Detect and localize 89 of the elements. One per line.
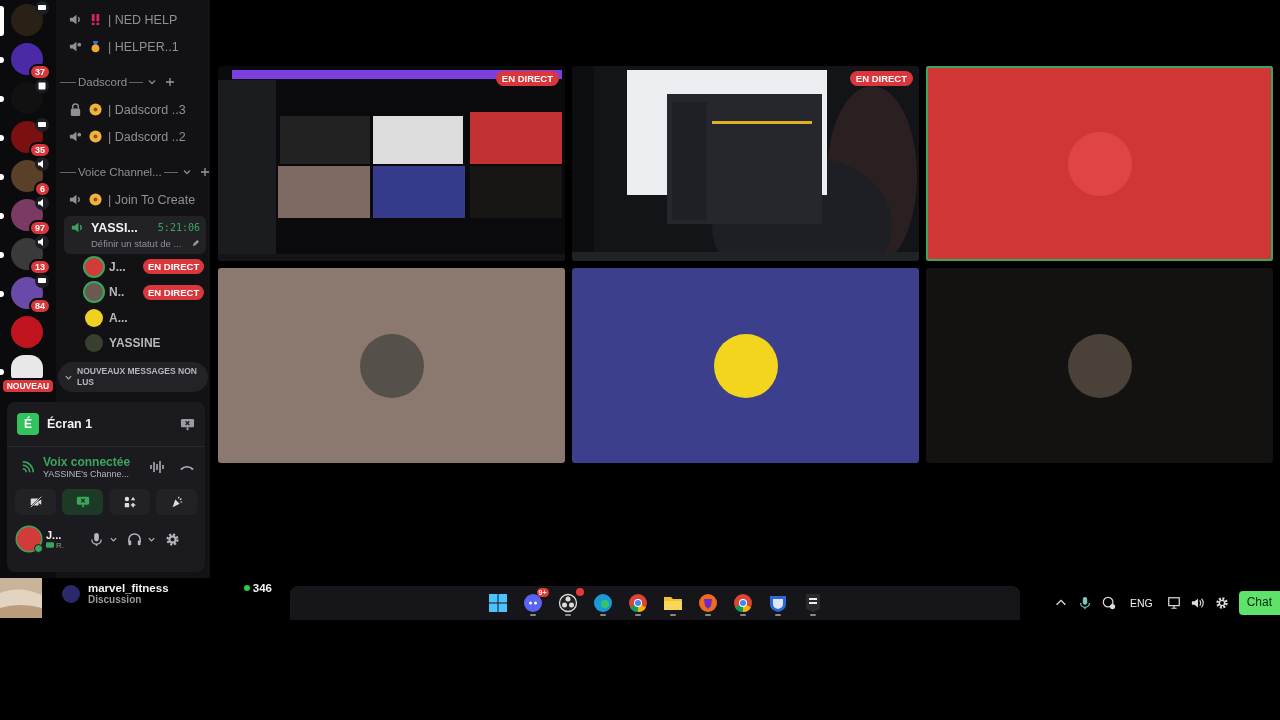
camera-off-button[interactable] — [15, 489, 56, 515]
video-tile[interactable]: EN DIRECT — [572, 66, 919, 261]
unread-messages-pill[interactable]: NOUVEAUX MESSAGES NON LUS — [58, 362, 208, 392]
voice-channel-name: YASSINE's Channe... — [43, 469, 131, 479]
screen-source-icon: É — [17, 413, 39, 435]
headphones-icon[interactable] — [127, 531, 142, 547]
voice-channel[interactable]: | HELPER..1 — [56, 33, 210, 60]
chat-app-icon[interactable] — [522, 593, 543, 613]
call-timer: 5:21:06 — [157, 222, 200, 233]
server-icon[interactable] — [11, 82, 43, 114]
medal-icon — [89, 40, 102, 53]
calendar-icon — [35, 79, 49, 93]
screen-icon — [35, 1, 49, 15]
unread-badge: 13 — [29, 259, 51, 275]
voice-status[interactable]: Voix connectée — [43, 455, 135, 469]
stop-sharing-icon[interactable] — [180, 416, 195, 432]
live-badge: EN DIRECT — [849, 71, 913, 86]
unread-badge: 84 — [29, 298, 51, 314]
server-icon[interactable] — [11, 355, 43, 381]
voice-channel[interactable]: | Dadscord ..2 — [56, 123, 210, 150]
screen-icon — [35, 274, 49, 288]
status-text: Définir un statut de ... — [91, 238, 183, 249]
unread-badge: 97 — [29, 220, 51, 236]
speaker-icon — [35, 157, 49, 171]
channel-name: YASSI... — [91, 220, 139, 235]
volume-icon[interactable] — [1190, 596, 1205, 610]
activities-icon — [122, 495, 137, 509]
live-badge: EN DIRECT — [495, 71, 559, 86]
chat-button[interactable]: Chat — [1238, 591, 1280, 615]
shield-icon[interactable] — [767, 593, 788, 613]
screen-share-button[interactable] — [62, 489, 103, 515]
soundboard-button[interactable] — [156, 489, 197, 515]
voice-channel[interactable]: | Dadscord ..3 — [56, 96, 210, 123]
browser-icon[interactable] — [627, 593, 648, 613]
video-tile[interactable] — [926, 268, 1273, 463]
microphone-icon[interactable] — [1077, 596, 1092, 610]
microphone-icon[interactable] — [89, 531, 104, 547]
viewer-count: 346 — [243, 582, 272, 594]
unread-badge: 6 — [34, 181, 51, 197]
unread-badge: 35 — [29, 142, 51, 158]
server-icon[interactable] — [11, 4, 43, 36]
plus-icon[interactable] — [199, 167, 210, 177]
category-name[interactable]: Dadscord — [78, 76, 128, 88]
voice-member[interactable]: YASSINE — [56, 330, 210, 356]
streamer-name[interactable]: marvel_fitness — [88, 582, 236, 594]
windows-start-icon[interactable] — [487, 593, 508, 613]
voice-member[interactable]: J... EN DIRECT — [56, 254, 210, 280]
video-tile[interactable] — [926, 66, 1273, 261]
avatar — [62, 585, 80, 603]
shield-icon[interactable] — [697, 593, 718, 613]
voice-member[interactable]: A... — [56, 305, 210, 331]
pencil-icon[interactable] — [191, 239, 200, 248]
signal-icon — [21, 460, 35, 474]
category-name[interactable]: Voice Channel... — [78, 166, 162, 178]
screen-name: Écran 1 — [47, 417, 94, 431]
chevron-icon[interactable] — [181, 167, 192, 177]
camera-off-icon — [28, 495, 43, 509]
video-tile[interactable]: EN DIRECT — [218, 66, 565, 261]
voice-channel[interactable]: | NED HELP — [56, 6, 210, 33]
user-activity: R. — [46, 540, 80, 550]
exclamation-icon — [89, 13, 102, 26]
live-badge: EN DIRECT — [143, 284, 205, 300]
speaker-icon — [35, 235, 49, 249]
voice-member[interactable]: N.. EN DIRECT — [56, 279, 210, 305]
voice-channel[interactable]: | Join To Create — [56, 186, 210, 213]
plus-icon[interactable] — [165, 77, 176, 87]
language-indicator[interactable]: ENG — [1129, 597, 1153, 609]
video-tile[interactable] — [572, 268, 919, 463]
settings-icon[interactable] — [1214, 596, 1229, 610]
user-avatar[interactable] — [17, 527, 41, 551]
speaker-icon — [35, 196, 49, 210]
unread-badge: 37 — [29, 64, 51, 80]
unread-badge: NOUVEAU — [1, 378, 55, 394]
settings-icon[interactable] — [165, 531, 180, 547]
video-tile[interactable] — [218, 268, 565, 463]
screen-share-icon — [75, 495, 90, 509]
browser-icon[interactable] — [732, 593, 753, 613]
lock-icon — [68, 102, 83, 117]
browser-icon[interactable] — [592, 593, 613, 613]
live-badge: EN DIRECT — [143, 259, 205, 275]
activities-button[interactable] — [109, 489, 150, 515]
active-voice-channel[interactable]: YASSI... 5:21:06 Définir un statut de ... — [64, 216, 206, 254]
stream-category: Discussion — [88, 594, 143, 605]
user-name: J... — [46, 528, 63, 541]
screen-icon — [35, 118, 49, 132]
recorder-icon[interactable] — [557, 593, 578, 613]
noise-suppression-icon[interactable] — [149, 459, 165, 475]
chevron-icon[interactable] — [147, 77, 158, 87]
server-icon[interactable] — [11, 43, 43, 75]
